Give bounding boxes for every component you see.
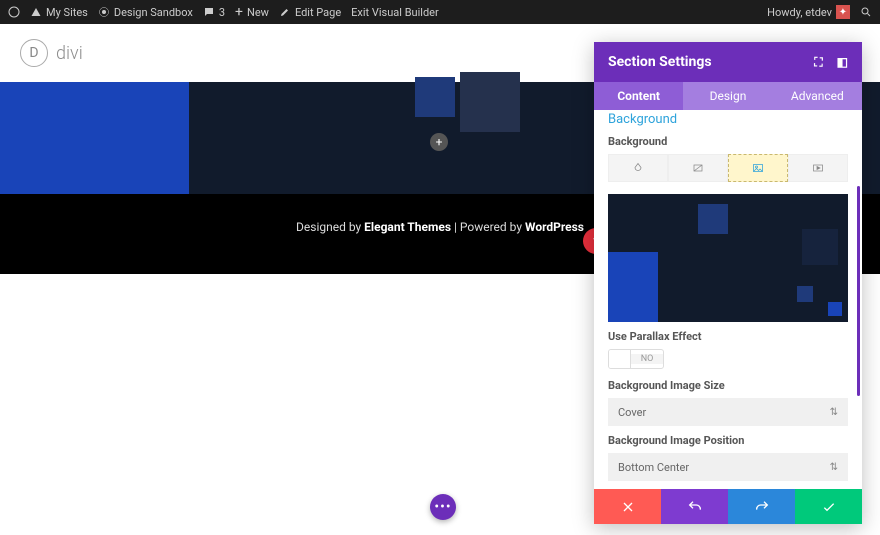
bg-tab-image[interactable] [728,154,788,182]
hero-block [460,72,520,132]
toggle-knob [609,350,631,368]
bg-tab-video[interactable] [788,154,848,182]
select-value: Cover [618,406,646,419]
label-bg-size: Background Image Size [608,379,848,392]
preview-block [802,229,838,265]
tab-design[interactable]: Design [683,82,772,110]
hero-block [0,82,189,194]
label-background: Background [608,135,848,148]
bg-tab-gradient[interactable] [668,154,728,182]
undo-button[interactable] [661,489,728,524]
preview-block [828,302,842,316]
builder-fab[interactable]: ••• [430,494,456,520]
settings-panel: Section Settings ⛶ ◧ Content Design Adva… [594,42,862,524]
preview-block [608,252,658,322]
toggle-label: NO [631,354,663,364]
close-button[interactable] [594,489,661,524]
preview-block [698,204,728,234]
panel-titlebar[interactable]: Section Settings ⛶ ◧ [594,42,862,82]
save-button[interactable] [795,489,862,524]
select-value: Bottom Center [618,461,689,474]
bg-position-select[interactable]: Bottom Center ⇅ [608,453,848,481]
panel-title: Section Settings [608,54,712,70]
wp-logo[interactable] [8,6,20,18]
wp-admin-bar: My Sites Design Sandbox 3 +New Edit Page… [0,0,880,24]
background-preview[interactable] [608,194,848,322]
edit-page[interactable]: Edit Page [279,6,341,19]
footer-text: | Powered by [451,220,525,234]
search-icon[interactable] [860,6,872,18]
footer-brand[interactable]: Elegant Themes [364,220,451,234]
bg-tab-color[interactable] [608,154,668,182]
divi-logo[interactable]: D divi [20,39,83,67]
footer-cms[interactable]: WordPress [525,220,584,234]
panel-actions [594,489,862,524]
redo-button[interactable] [728,489,795,524]
footer-text: Designed by [296,220,364,234]
accordion-title[interactable]: Background [608,112,848,127]
avatar: ✦ [836,5,850,19]
panel-tabs: Content Design Advanced [594,82,862,110]
add-section-button[interactable]: + [430,133,448,151]
logo-mark: D [20,39,48,67]
comments[interactable]: 3 [203,6,225,19]
new-content[interactable]: +New [235,4,269,20]
chevron-updown-icon: ⇅ [830,462,838,473]
expand-icon[interactable]: ⛶ [814,55,822,70]
label-bg-position: Background Image Position [608,434,848,447]
preview-block [797,286,813,302]
scroll-handle[interactable] [857,186,860,396]
snap-icon[interactable]: ◧ [837,55,848,70]
hero-block [415,77,455,117]
my-sites[interactable]: My Sites [30,6,88,19]
parallax-toggle[interactable]: NO [608,349,664,369]
bg-size-select[interactable]: Cover ⇅ [608,398,848,426]
site-name[interactable]: Design Sandbox [98,6,193,19]
tab-content[interactable]: Content [594,82,683,110]
background-type-tabs [608,154,848,182]
howdy-user[interactable]: Howdy, etdev✦ [767,5,850,19]
panel-body: Background Background Use Parallax Effec… [594,110,862,489]
tab-advanced[interactable]: Advanced [773,82,862,110]
chevron-updown-icon: ⇅ [830,407,838,418]
exit-visual-builder[interactable]: Exit Visual Builder [351,6,439,19]
logo-text: divi [56,43,83,64]
label-parallax: Use Parallax Effect [608,330,848,343]
